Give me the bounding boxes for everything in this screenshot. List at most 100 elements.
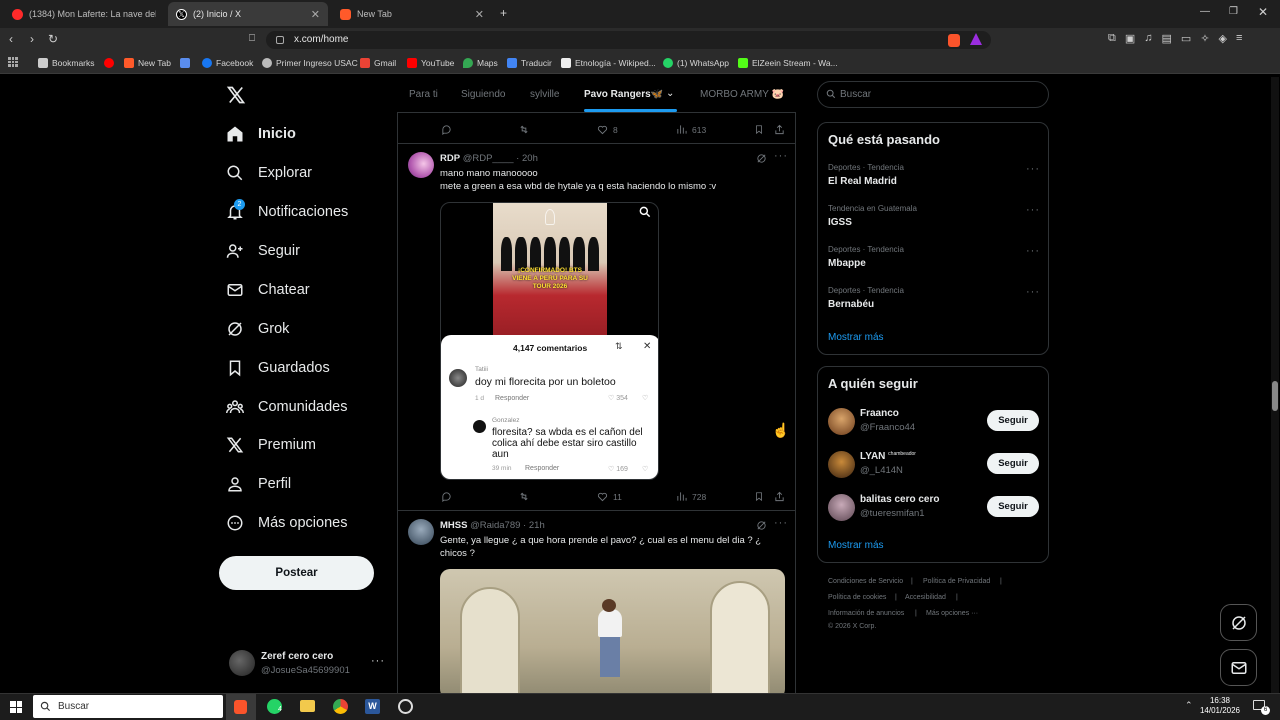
apps-icon[interactable] bbox=[8, 57, 18, 67]
video-thumbnail[interactable]: ¡CONFIRMADO! BTS VIENE A PERÚ PARA SU TO… bbox=[493, 203, 607, 335]
chevron-down-icon[interactable]: ⌄ bbox=[666, 88, 674, 99]
tab-siguiendo[interactable]: Siguiendo bbox=[461, 89, 505, 100]
tray-expand-icon[interactable]: ⌃ bbox=[1185, 700, 1193, 711]
post-time[interactable]: 20h bbox=[522, 153, 538, 164]
follow-suggestion[interactable]: balitas cero cero @tueresmifan1 Seguir bbox=[818, 491, 1048, 527]
show-more-trends-link[interactable]: Mostrar más bbox=[828, 332, 884, 343]
footer-more-link[interactable]: Más opciones ··· bbox=[926, 610, 978, 617]
taskbar-brave-active[interactable] bbox=[226, 694, 256, 720]
tab-para-ti[interactable]: Para ti bbox=[409, 89, 438, 100]
menu-icon[interactable]: ≡ bbox=[1236, 32, 1242, 45]
follow-button[interactable]: Seguir bbox=[987, 410, 1039, 431]
grok-post-icon[interactable] bbox=[756, 153, 767, 164]
bookmark-gmail[interactable]: Gmail bbox=[360, 56, 396, 70]
views-stat[interactable]: 613 bbox=[676, 124, 706, 135]
account-switcher[interactable]: Zeref cero cero @JosueSa45699901 ··· bbox=[219, 645, 389, 681]
url-input[interactable]: x.com/home bbox=[266, 31, 991, 49]
extensions-icon[interactable]: ⧉ bbox=[1108, 32, 1116, 45]
like-button[interactable]: 11 bbox=[597, 491, 622, 502]
bookmark-youtube-music[interactable] bbox=[104, 56, 118, 70]
post-author-handle[interactable]: @RDP____ bbox=[463, 153, 514, 164]
show-more-follow-link[interactable]: Mostrar más bbox=[828, 540, 884, 551]
bookmark-post-icon[interactable] bbox=[754, 124, 764, 135]
taskbar-search-input[interactable]: Buscar bbox=[33, 695, 223, 718]
sidebar-item-premium[interactable]: Premium bbox=[226, 430, 316, 460]
zoom-icon[interactable] bbox=[638, 205, 652, 219]
search-input[interactable]: Buscar bbox=[817, 81, 1049, 108]
sidebar-item-guardados[interactable]: Guardados bbox=[226, 353, 330, 383]
sidebar-item-mas-opciones[interactable]: Más opciones bbox=[226, 508, 347, 538]
tab-sylville[interactable]: sylville bbox=[530, 89, 559, 100]
trend-more-icon[interactable]: ··· bbox=[1026, 204, 1040, 216]
trend-more-icon[interactable]: ··· bbox=[1026, 286, 1040, 298]
trend-item[interactable]: Deportes · Tendencia Bernabéu ··· bbox=[818, 283, 1048, 323]
close-tab-icon[interactable]: ✕ bbox=[475, 8, 484, 21]
browser-tab-x[interactable]: 𝕏 (2) Inicio / X ✕ bbox=[168, 2, 328, 26]
x-logo-icon[interactable] bbox=[226, 85, 246, 105]
post-media[interactable]: ¡CONFIRMADO! BTS VIENE A PERÚ PARA SU TO… bbox=[440, 202, 659, 480]
trend-item[interactable]: Tendencia en Guatemala IGSS ··· bbox=[818, 201, 1048, 241]
bookmark-post-icon[interactable] bbox=[754, 491, 764, 502]
footer-link[interactable]: Condiciones de Servicio bbox=[828, 578, 903, 585]
sidebar-icon[interactable]: ▤ bbox=[1162, 32, 1172, 45]
page-scrollbar[interactable] bbox=[1271, 77, 1279, 693]
close-window-icon[interactable]: ✕ bbox=[1258, 5, 1268, 19]
tab-morbo-army[interactable]: MORBO ARMY 🐷 bbox=[700, 89, 784, 100]
post-author-name[interactable]: RDP bbox=[440, 153, 460, 164]
close-tab-icon[interactable]: ✕ bbox=[311, 8, 320, 21]
scrollbar-thumb[interactable] bbox=[1272, 381, 1278, 411]
brave-rewards-icon[interactable] bbox=[970, 33, 982, 45]
follow-suggestion[interactable]: Fraanco @Fraanco44 Seguir bbox=[818, 405, 1048, 441]
tab-pavo-rangers[interactable]: Pavo Rangers🦋 bbox=[584, 89, 663, 100]
bookmark-kick[interactable]: ElZeein Stream - Wa... bbox=[738, 56, 838, 70]
trend-item[interactable]: Deportes · Tendencia El Real Madrid ··· bbox=[818, 160, 1048, 200]
sidebar-item-seguir[interactable]: Seguir bbox=[226, 236, 300, 266]
reply-icon[interactable] bbox=[441, 491, 457, 502]
bookmark-item[interactable] bbox=[180, 56, 194, 70]
site-info-icon[interactable] bbox=[276, 36, 284, 44]
bookmark-maps[interactable]: Maps bbox=[463, 56, 498, 70]
footer-link[interactable]: Política de Privacidad bbox=[923, 578, 990, 585]
bookmark-facebook[interactable]: Facebook bbox=[202, 56, 253, 70]
brave-shields-icon[interactable] bbox=[948, 34, 960, 47]
footer-link[interactable]: Accesibilidad bbox=[905, 594, 946, 601]
sidebar-item-perfil[interactable]: Perfil bbox=[226, 469, 291, 499]
post[interactable]: RDP @RDP____ · 20h ··· mano mano manoooo… bbox=[397, 144, 796, 510]
account-more-icon[interactable]: ··· bbox=[371, 655, 385, 667]
sort-icon[interactable]: ⇅ bbox=[615, 341, 623, 352]
vpn-icon[interactable]: ◈ bbox=[1219, 32, 1227, 45]
comment-like-count[interactable]: ♡ 169 bbox=[608, 465, 628, 473]
dislike-icon[interactable]: ♡ bbox=[642, 465, 648, 473]
grok-float-button[interactable] bbox=[1220, 604, 1257, 641]
post-more-icon[interactable]: ··· bbox=[774, 150, 788, 162]
maximize-icon[interactable]: ❐ bbox=[1229, 6, 1238, 17]
footer-link[interactable]: Política de cookies bbox=[828, 594, 886, 601]
bookmark-wikipedia[interactable]: Etnología - Wikiped... bbox=[561, 56, 656, 70]
browser-tab-newtab[interactable]: New Tab ✕ bbox=[332, 2, 492, 26]
share-icon[interactable] bbox=[774, 124, 785, 135]
post-time[interactable]: 21h bbox=[529, 520, 545, 531]
file-explorer-icon[interactable] bbox=[300, 700, 315, 712]
trend-more-icon[interactable]: ··· bbox=[1026, 163, 1040, 175]
grok-post-icon[interactable] bbox=[756, 520, 767, 531]
views-stat[interactable]: 728 bbox=[676, 491, 706, 502]
sidebar-item-inicio[interactable]: Inicio bbox=[226, 119, 296, 149]
follow-suggestion[interactable]: LYAN chambeador @_L414N Seguir bbox=[818, 448, 1048, 484]
sidebar-item-chatear[interactable]: Chatear bbox=[226, 275, 310, 305]
post-avatar[interactable] bbox=[408, 152, 434, 178]
taskbar-clock[interactable]: 16:38 14/01/2026 bbox=[1198, 696, 1242, 716]
windows-start-icon[interactable] bbox=[10, 701, 22, 713]
follow-button[interactable]: Seguir bbox=[987, 496, 1039, 517]
post[interactable]: MHSS @Raida789 · 21h ··· Gente, ya llegu… bbox=[397, 511, 796, 693]
post-button[interactable]: Postear bbox=[219, 556, 374, 590]
post-avatar[interactable] bbox=[408, 519, 434, 545]
repost-icon[interactable] bbox=[518, 124, 535, 135]
chrome-icon[interactable] bbox=[333, 699, 348, 714]
repost-icon[interactable] bbox=[518, 491, 535, 502]
word-icon[interactable]: W bbox=[365, 699, 380, 714]
leo-icon[interactable]: ✧ bbox=[1200, 32, 1209, 45]
sidebar-item-notificaciones[interactable]: 2 Notificaciones bbox=[226, 197, 348, 227]
bookmark-whatsapp[interactable]: (1) WhatsApp bbox=[663, 56, 729, 70]
sidebar-item-comunidades[interactable]: Comunidades bbox=[226, 392, 347, 422]
trend-more-icon[interactable]: ··· bbox=[1026, 245, 1040, 257]
